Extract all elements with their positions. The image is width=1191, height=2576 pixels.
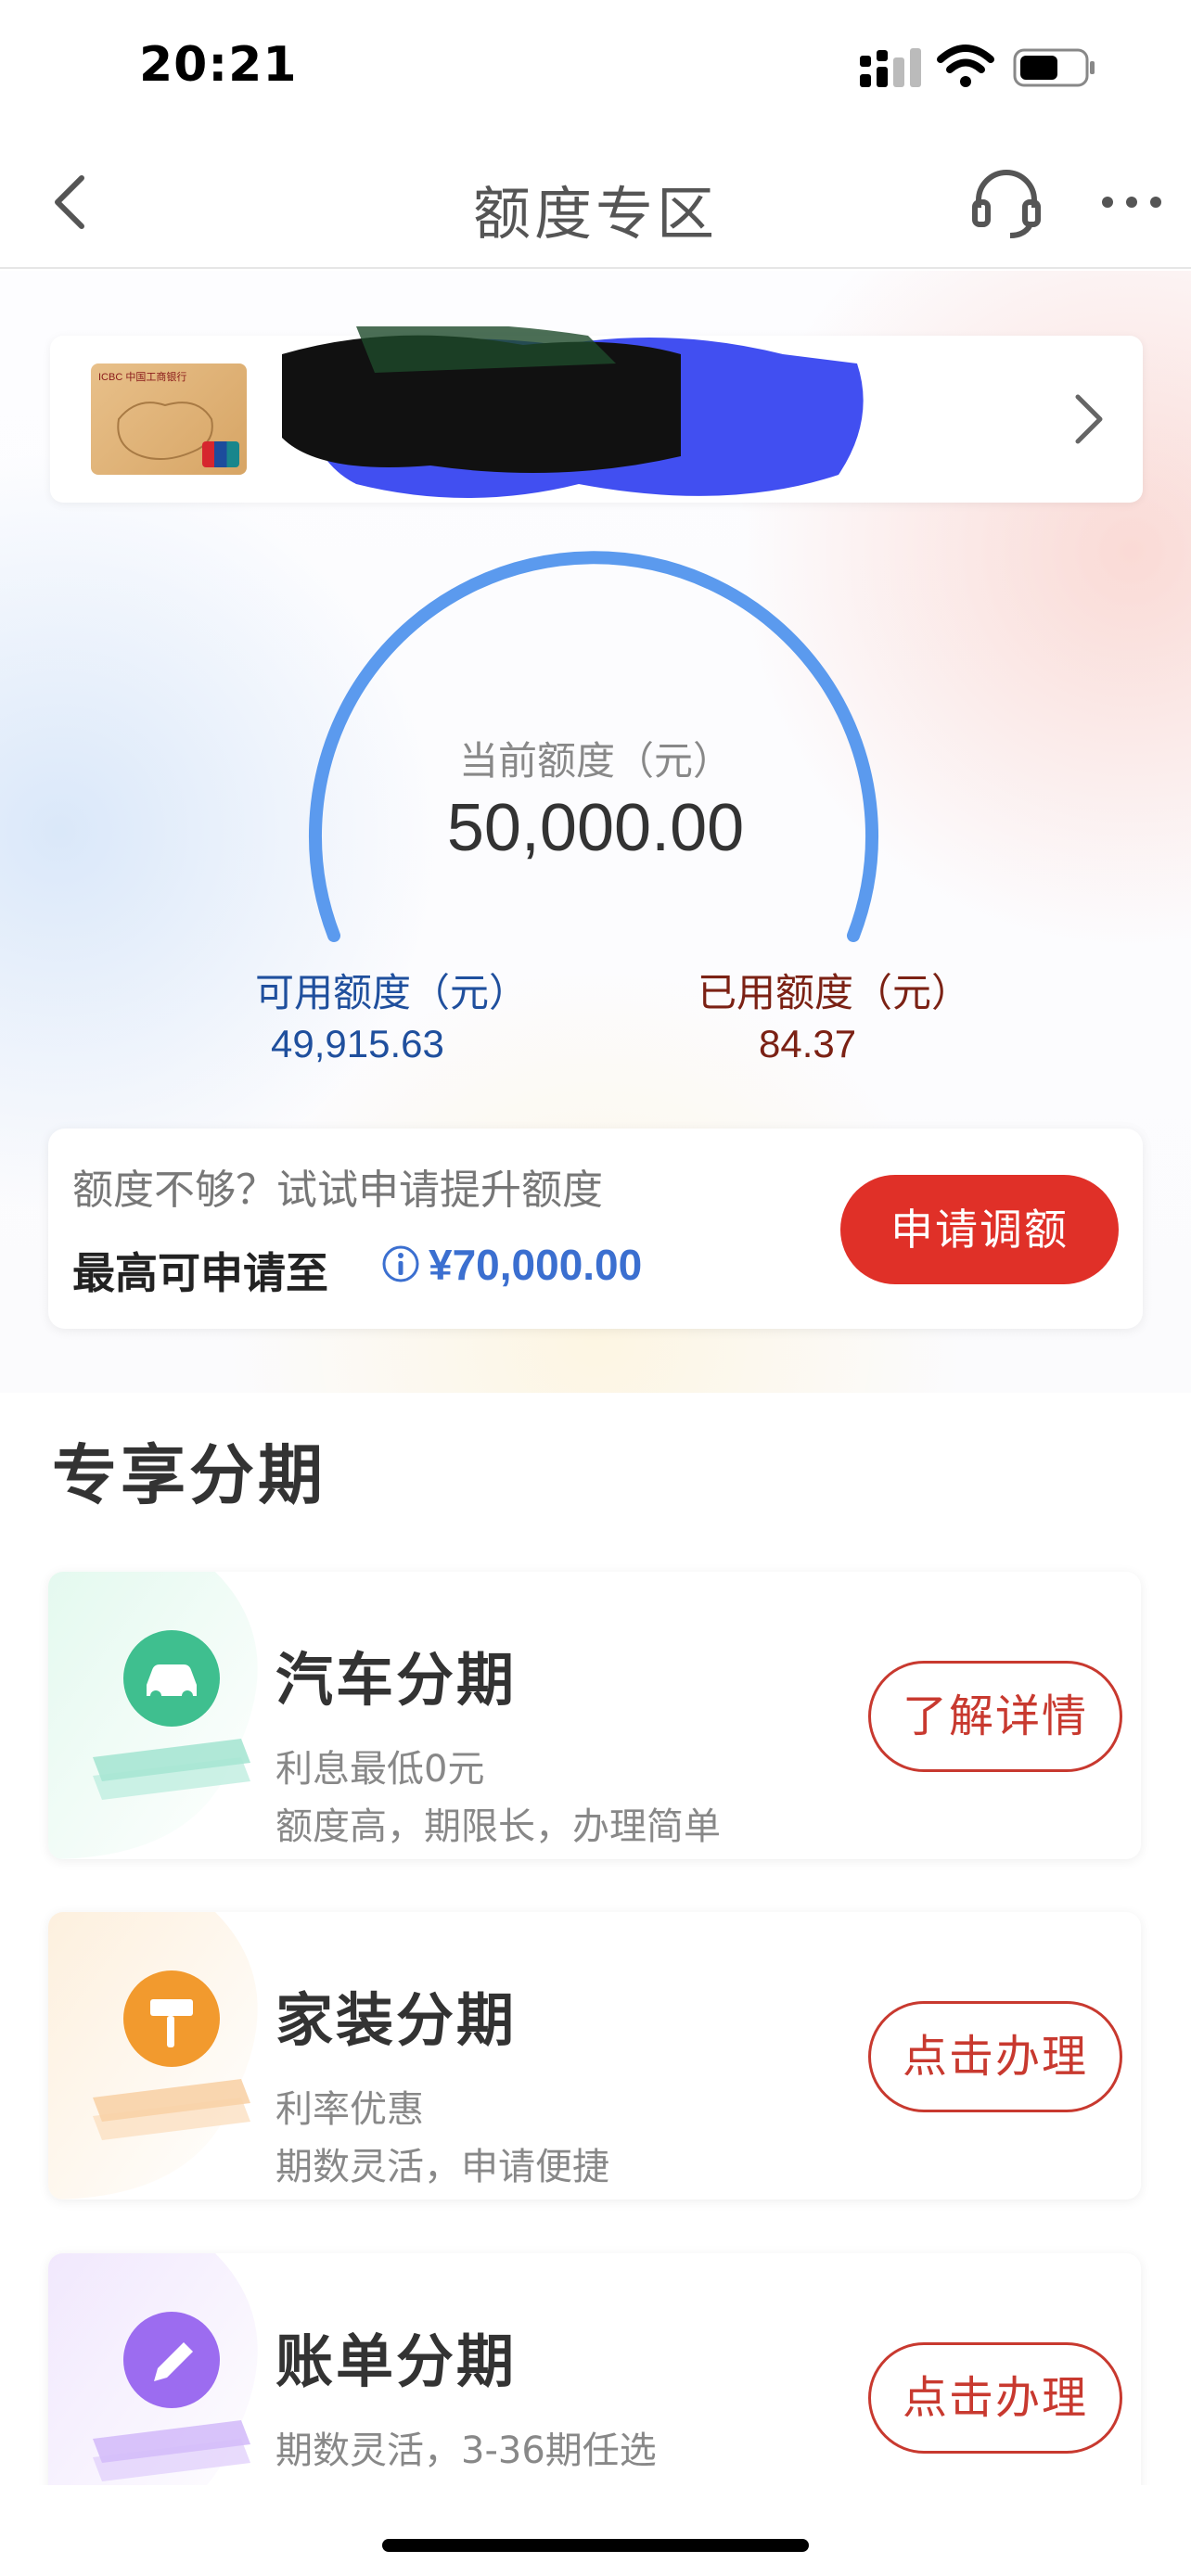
current-limit-value: 50,000.00 xyxy=(446,791,745,865)
status-time: 20:21 xyxy=(139,37,298,93)
redaction-scribble xyxy=(282,326,864,498)
current-limit-label: 当前额度（元） xyxy=(458,738,732,784)
used-limit-label: 已用额度（元） xyxy=(698,970,971,1015)
promo-line1: 期数灵活，3-36期任选 xyxy=(275,2429,657,2472)
chevron-right-icon[interactable] xyxy=(1059,382,1115,456)
cellular-signal-icon xyxy=(860,48,921,87)
apply-adjust-limit-button[interactable]: 申请调额 xyxy=(840,1175,1119,1284)
bank-card-brand: ICBC 中国工商银行 xyxy=(98,372,187,383)
info-icon[interactable] xyxy=(380,1243,421,1284)
promo-title: 汽车分期 xyxy=(275,1646,518,1714)
nav-bar: 额度专区 xyxy=(0,139,1191,269)
credit-limit-panel: ICBC 中国工商银行 当前额度（元） 50,000.00 可用额度（元） 49… xyxy=(0,271,1191,1393)
used-limit-value: 84.37 xyxy=(759,1022,857,1065)
max-apply-label: 最高可申请至 xyxy=(72,1248,328,1298)
available-limit-value: 49,915.63 xyxy=(271,1022,444,1065)
section-title: 专享分期 xyxy=(52,1437,327,1513)
promo-title: 家装分期 xyxy=(275,1986,518,2054)
available-limit-label: 可用额度（元） xyxy=(255,970,529,1015)
apply-now-button[interactable]: 点击办理 xyxy=(868,2342,1122,2454)
promo-line1: 利率优惠 xyxy=(275,2088,424,2131)
promo-line2: 期数灵活，申请便捷 xyxy=(275,2146,609,2188)
card-selector[interactable]: ICBC 中国工商银行 xyxy=(50,326,1143,503)
headset-icon[interactable] xyxy=(969,165,1044,239)
status-bar: 20:21 xyxy=(0,0,1191,139)
promo-title: 账单分期 xyxy=(275,2327,518,2395)
max-apply-amount: ¥70,000.00 xyxy=(429,1241,643,1289)
battery-icon xyxy=(1013,48,1095,87)
promo-line2: 额度高，期限长，办理简单 xyxy=(275,1805,721,1848)
wifi-icon xyxy=(937,45,994,87)
promo-card-car[interactable]: 汽车分期 利息最低0元 额度高，期限长，办理简单 了解详情 xyxy=(48,1572,1141,1859)
promo-line1: 利息最低0元 xyxy=(275,1748,485,1791)
bank-card-thumbnail: ICBC 中国工商银行 xyxy=(91,363,247,475)
pencil-icon xyxy=(93,2312,250,2481)
limit-increase-hint: 额度不够？试试申请提升额度 xyxy=(72,1167,603,1214)
more-icon[interactable] xyxy=(1095,165,1169,239)
bottom-safe-area xyxy=(0,2485,1191,2576)
promo-card-home-decor[interactable]: 家装分期 利率优惠 期数灵活，申请便捷 点击办理 xyxy=(48,1912,1141,2200)
paint-roller-icon xyxy=(93,1970,250,2140)
learn-more-button[interactable]: 了解详情 xyxy=(868,1661,1122,1772)
home-indicator[interactable] xyxy=(382,2539,809,2552)
unionpay-logo-icon xyxy=(202,441,239,467)
limit-increase-card: 额度不够？试试申请提升额度 最高可申请至 ¥70,000.00 申请调额 xyxy=(48,1129,1143,1329)
car-icon xyxy=(93,1630,250,1800)
apply-now-button[interactable]: 点击办理 xyxy=(868,2001,1122,2112)
